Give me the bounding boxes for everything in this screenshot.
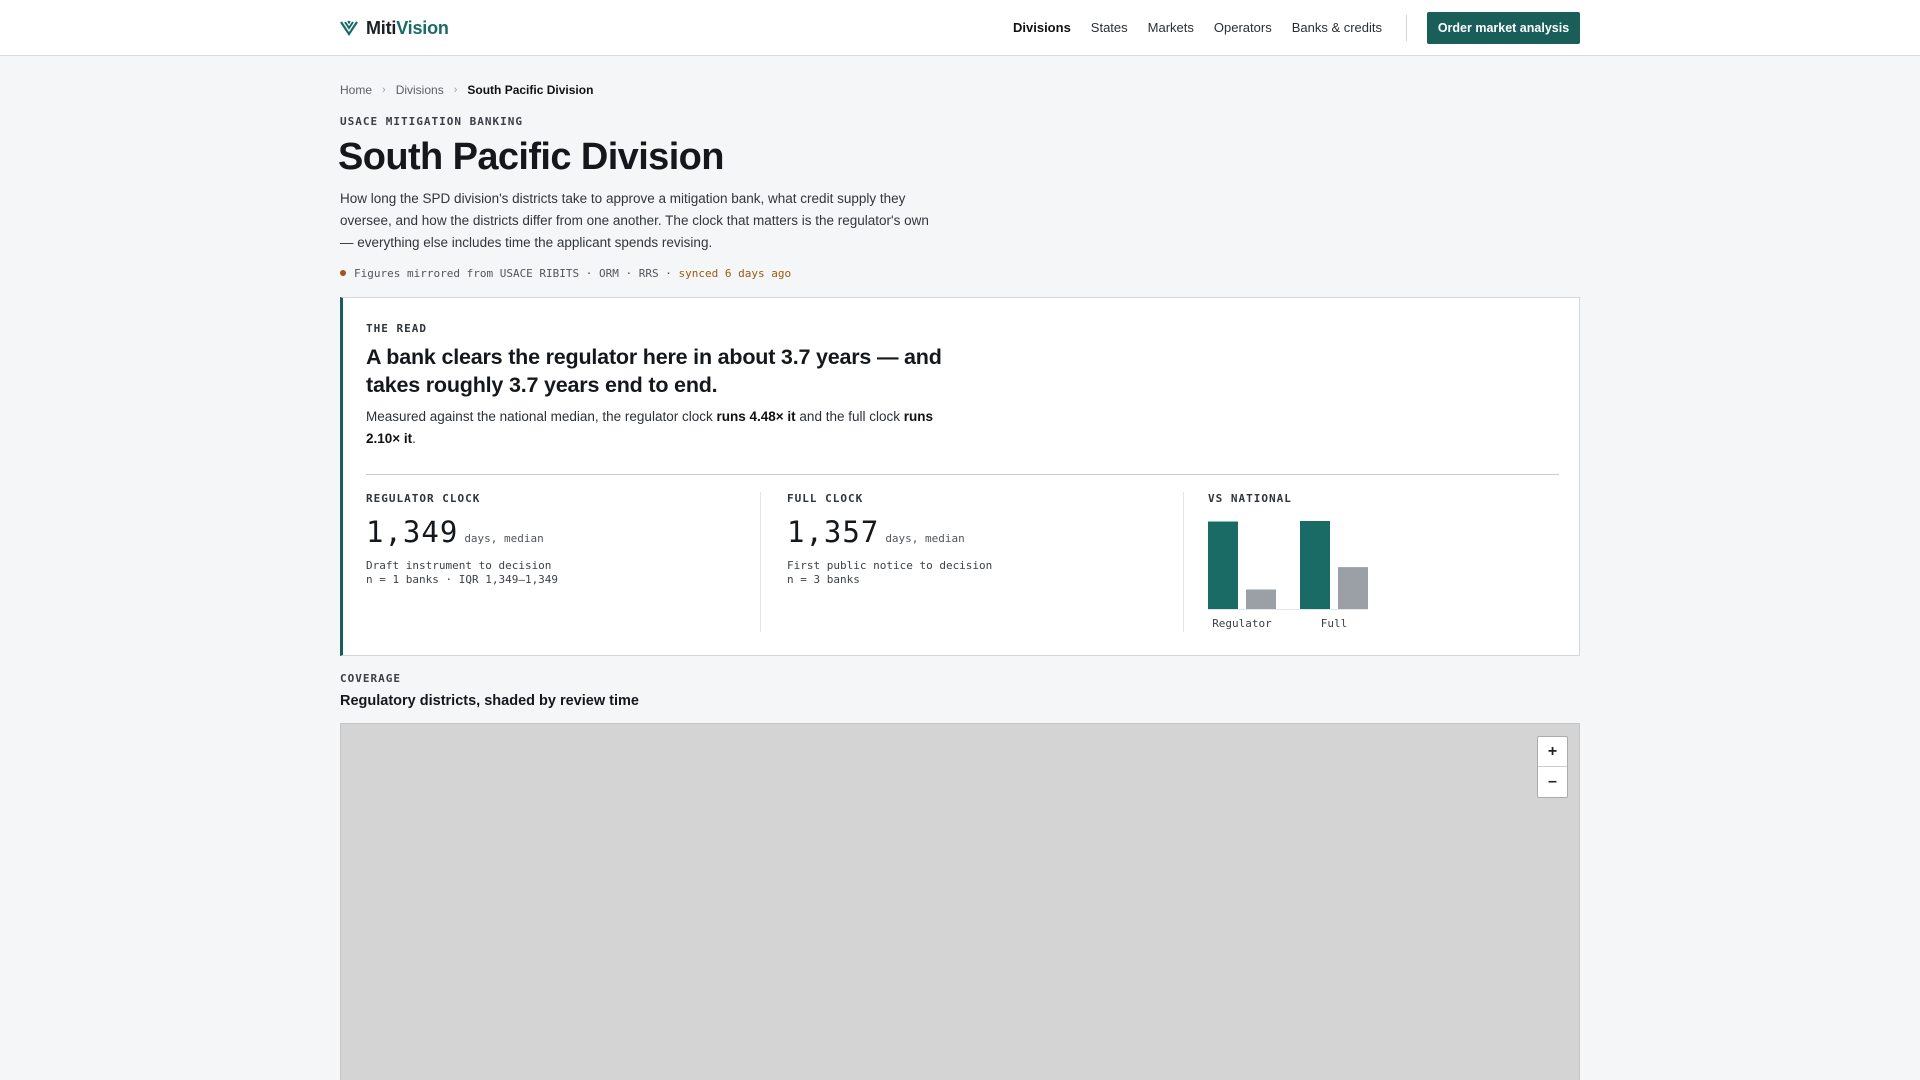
regulator-ratio: runs 4.48× it	[716, 409, 796, 424]
breadcrumb-divisions[interactable]: Divisions	[396, 83, 444, 97]
chart-bar-full-national	[1338, 567, 1368, 609]
chart-bar-full-division	[1300, 521, 1330, 609]
chevron-right-icon: ›	[453, 84, 458, 96]
top-navigation-bar: MitiVision Divisions States Markets Oper…	[0, 0, 1920, 56]
stat-note: Draft instrument to decision n = 1 banks…	[366, 559, 760, 587]
vs-national-bar-chart: Regulator Full	[1208, 521, 1368, 630]
nav-item-markets[interactable]: Markets	[1148, 16, 1194, 40]
chart-category-label: Full	[1321, 617, 1348, 630]
stat-note: First public notice to decision n = 3 ba…	[787, 559, 1183, 587]
read-label: THE READ	[366, 322, 427, 335]
read-headline: A bank clears the regulator here in abou…	[366, 345, 942, 397]
stat-note-line: n = 3 banks	[787, 573, 860, 586]
stat-row: 1,357 days, median	[787, 515, 1183, 549]
read-body-text: and the full clock	[799, 409, 900, 424]
chart-bar-regulator-national	[1246, 589, 1276, 609]
map-zoom-control: + –	[1537, 736, 1568, 798]
zoom-in-button[interactable]: +	[1538, 737, 1567, 767]
stat-unit: days, median	[464, 532, 544, 545]
nav-item-banks-credits[interactable]: Banks & credits	[1292, 16, 1382, 40]
brand-logo-link[interactable]: MitiVision	[340, 16, 449, 40]
stat-row: 1,349 days, median	[366, 515, 760, 549]
vs-national-stat: VS NATIONAL Regulator Full	[1184, 492, 1557, 632]
breadcrumb-current: South Pacific Division	[467, 83, 594, 97]
nav-item-divisions[interactable]: Divisions	[1013, 16, 1071, 40]
main-nav: Divisions States Markets Operators Banks…	[1013, 16, 1402, 40]
section-eyebrow: USACE MITIGATION BANKING	[340, 115, 523, 128]
chart-bar-regulator-division	[1208, 521, 1238, 609]
order-market-analysis-button[interactable]: Order market analysis	[1427, 12, 1580, 44]
regulator-clock-stat: REGULATOR CLOCK 1,349 days, median Draft…	[366, 492, 761, 632]
chevron-right-icon: ›	[382, 84, 386, 96]
stat-note-line: First public notice to decision	[787, 559, 993, 572]
read-body: Measured against the national median, th…	[366, 406, 966, 450]
brand-name-part2: Vision	[396, 17, 449, 38]
stat-note-line: Draft instrument to decision	[366, 559, 552, 572]
the-read-card: THE READ A bank clears the regulator her…	[340, 297, 1580, 656]
stat-unit: days, median	[885, 532, 965, 545]
breadcrumb-home[interactable]: Home	[340, 83, 372, 97]
breadcrumb: Home › Divisions › South Pacific Divisio…	[340, 82, 593, 98]
nav-item-operators[interactable]: Operators	[1214, 16, 1272, 40]
stat-value: 1,349	[366, 515, 459, 549]
stat-value: 1,357	[787, 515, 880, 549]
district-map[interactable]: + –	[340, 723, 1580, 1080]
coverage-title: Regulatory districts, shaded by review t…	[340, 693, 639, 709]
data-source-line: Figures mirrored from USACE RIBITS · ORM…	[340, 265, 791, 281]
zoom-out-button[interactable]: –	[1538, 767, 1567, 797]
shield-chevron-icon	[340, 20, 358, 36]
page-description: How long the SPD division's districts ta…	[340, 191, 929, 250]
stat-note-line: n = 1 banks · IQR 1,349–1,349	[366, 573, 559, 586]
full-clock-stat: FULL CLOCK 1,357 days, median First publ…	[787, 492, 1184, 632]
read-body-text: Measured against the national median, th…	[366, 409, 713, 424]
read-body-text: .	[412, 431, 416, 446]
coverage-eyebrow: COVERAGE	[340, 672, 401, 685]
chart-category-label: Regulator	[1212, 617, 1272, 630]
nav-divider	[1406, 15, 1407, 41]
page-title: South Pacific Division	[338, 136, 724, 178]
stat-label: FULL CLOCK	[787, 492, 864, 505]
nav-item-states[interactable]: States	[1091, 16, 1128, 40]
sync-status: synced 6 days ago	[678, 266, 792, 280]
status-dot-icon	[340, 270, 346, 276]
source-text: Figures mirrored from USACE RIBITS · ORM…	[354, 266, 672, 280]
brand-name: MitiVision	[366, 18, 449, 39]
stat-label: REGULATOR CLOCK	[366, 492, 481, 505]
stat-label: VS NATIONAL	[1208, 492, 1292, 505]
divider	[366, 474, 1559, 475]
brand-name-part1: Miti	[366, 17, 397, 38]
